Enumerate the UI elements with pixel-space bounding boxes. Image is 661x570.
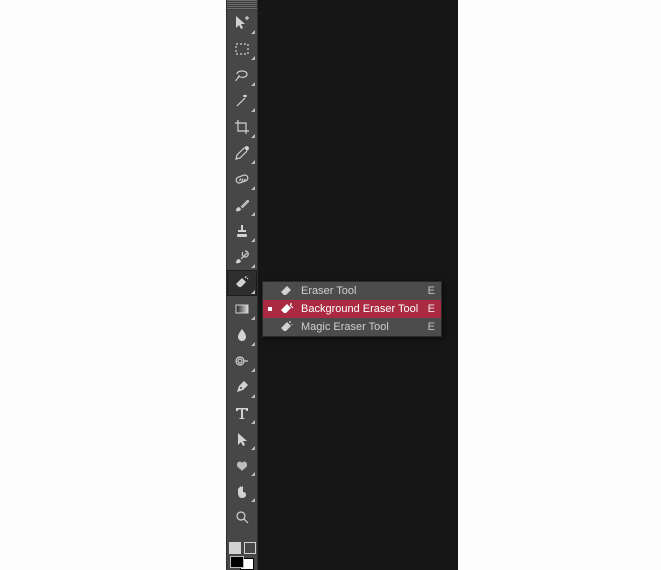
custom-shape-tool[interactable] [227, 452, 257, 478]
history-brush-icon [233, 248, 251, 266]
gradient-tool[interactable] [227, 296, 257, 322]
rectangular-marquee-tool[interactable] [227, 36, 257, 62]
spot-healing-brush-tool[interactable] [227, 166, 257, 192]
flyout-item-shortcut: E [428, 321, 435, 333]
pen-icon [233, 378, 251, 396]
flyout-item-shortcut: E [428, 285, 435, 297]
crop-tool[interactable] [227, 114, 257, 140]
flyout-current-marker [267, 288, 273, 294]
magic-wand-tool[interactable] [227, 88, 257, 114]
eraser-icon [279, 283, 295, 299]
flyout-current-marker [267, 306, 273, 312]
flyout-item-shortcut: E [428, 303, 435, 315]
type-icon [233, 404, 251, 422]
eyedropper-icon [233, 144, 251, 162]
eyedropper-tool[interactable] [227, 140, 257, 166]
screen-mode-standard[interactable] [229, 542, 241, 554]
healing-icon [233, 170, 251, 188]
flyout-current-marker [267, 324, 273, 330]
marquee-icon [233, 40, 251, 58]
foreground-color-swatch[interactable] [230, 556, 244, 568]
lasso-tool[interactable] [227, 62, 257, 88]
tools-toolbar [226, 0, 258, 570]
wand-icon [233, 92, 251, 110]
color-swatches[interactable] [228, 556, 256, 570]
brush-icon [233, 196, 251, 214]
dodge-tool[interactable] [227, 348, 257, 374]
flyout-item-label: Magic Eraser Tool [301, 321, 422, 333]
gradient-icon [233, 300, 251, 318]
flyout-item-eraser[interactable]: Eraser Tool E [263, 282, 441, 300]
blur-icon [233, 326, 251, 344]
flyout-item-background-eraser[interactable]: Background Eraser Tool E [263, 300, 441, 318]
blur-tool[interactable] [227, 322, 257, 348]
move-icon [233, 14, 251, 32]
eraser-tool-flyout: Eraser Tool E Background Eraser Tool E M… [262, 281, 442, 337]
hand-tool[interactable] [227, 478, 257, 504]
shape-icon [233, 456, 251, 474]
background-eraser-icon [279, 301, 295, 317]
move-tool[interactable] [227, 10, 257, 36]
zoom-tool[interactable] [227, 504, 257, 530]
stamp-icon [233, 222, 251, 240]
pen-tool[interactable] [227, 374, 257, 400]
path-selection-tool[interactable] [227, 426, 257, 452]
zoom-icon [233, 508, 251, 526]
hand-icon [233, 482, 251, 500]
magic-eraser-icon [279, 319, 295, 335]
eraser-icon [233, 274, 251, 292]
brush-tool[interactable] [227, 192, 257, 218]
path-arrow-icon [233, 430, 251, 448]
crop-icon [233, 118, 251, 136]
flyout-item-label: Eraser Tool [301, 285, 422, 297]
toolbar-grip[interactable] [227, 0, 257, 10]
screen-mode-row[interactable] [229, 539, 256, 556]
flyout-item-magic-eraser[interactable]: Magic Eraser Tool E [263, 318, 441, 336]
clone-stamp-tool[interactable] [227, 218, 257, 244]
history-brush-tool[interactable] [227, 244, 257, 270]
screen-mode-full[interactable] [244, 542, 256, 554]
eraser-tool[interactable] [227, 270, 257, 296]
flyout-item-label: Background Eraser Tool [301, 303, 422, 315]
type-tool[interactable] [227, 400, 257, 426]
lasso-icon [233, 66, 251, 84]
dodge-icon [233, 352, 251, 370]
